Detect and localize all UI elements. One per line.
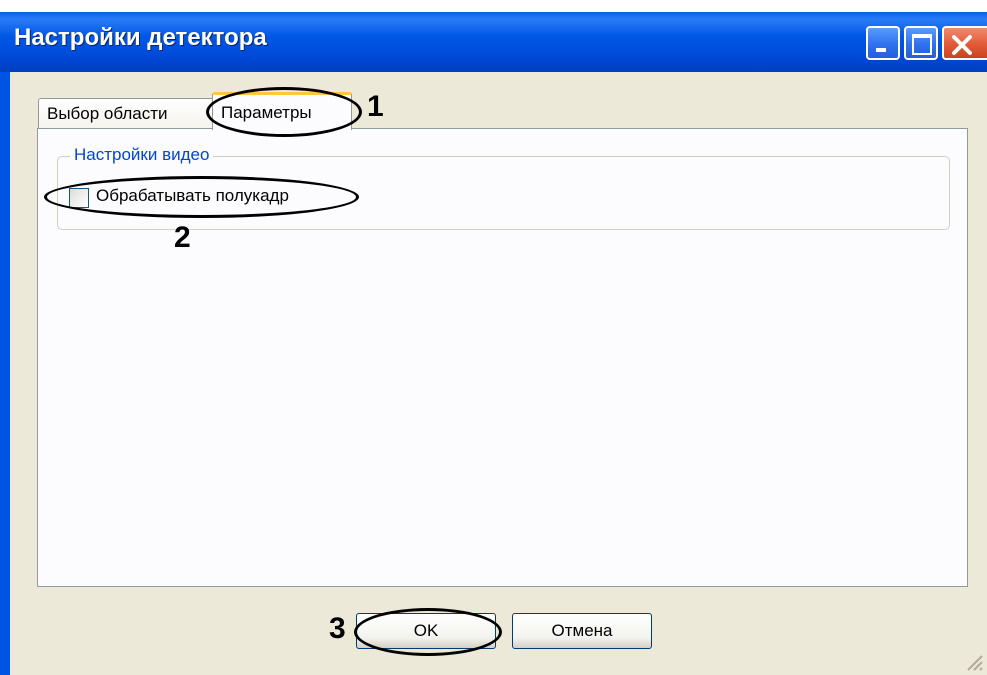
- annotation-marker-3: 3: [329, 612, 346, 645]
- group-label: Настройки видео: [70, 145, 214, 165]
- annotation-ellipse-ok: [354, 608, 502, 656]
- annotation-ellipse-checkbox: [44, 176, 359, 218]
- tab-area-selection[interactable]: Выбор области: [38, 98, 216, 128]
- annotation-marker-1: 1: [367, 90, 384, 123]
- cancel-button[interactable]: Отмена: [512, 613, 652, 649]
- annotation-ellipse-tab: [206, 87, 362, 137]
- window-title: Настройки детектора: [14, 24, 267, 51]
- close-button[interactable]: [942, 26, 987, 60]
- maximize-button[interactable]: [904, 26, 938, 60]
- resize-grip-icon[interactable]: [962, 650, 984, 672]
- annotation-marker-2: 2: [174, 221, 191, 254]
- close-icon: [952, 35, 972, 55]
- title-bar[interactable]: Настройки детектора: [0, 12, 987, 72]
- minimize-button[interactable]: [866, 26, 900, 60]
